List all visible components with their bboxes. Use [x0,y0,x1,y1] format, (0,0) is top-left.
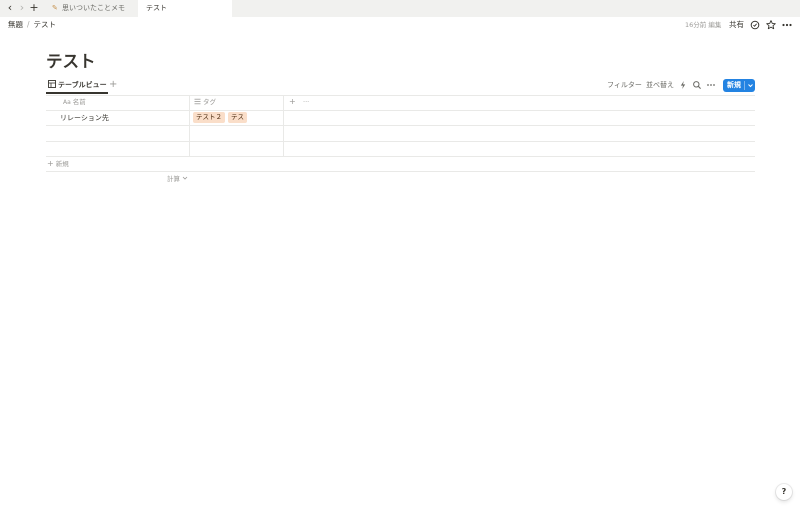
column-header-tags-label: タグ [203,98,216,106]
row-name-cell[interactable]: リレーション先 [60,113,109,123]
calculate-button[interactable]: 計算 [167,174,188,184]
page-title[interactable]: テスト [46,51,96,73]
breadcrumb-item-test[interactable]: テスト [34,20,57,29]
tab-memo-label: 思いついたことメモ [62,4,125,12]
chevron-down-icon[interactable] [746,80,755,91]
page-header: 無題 / テスト 16分前 編集 共有 [0,17,800,34]
forward-arrow-icon[interactable]: › [16,1,28,15]
new-record-button[interactable]: 新規 [723,79,755,92]
sort-button[interactable]: 並べ替え [646,80,674,90]
column-header-name-label: 名前 [72,98,86,106]
plus-icon: + [47,159,54,168]
automation-lightning-icon[interactable] [678,80,688,90]
row-border [46,156,755,157]
new-tab-plus-icon[interactable]: + [28,1,40,15]
tag-chip[interactable]: テス [228,112,247,123]
database-view-bar: テーブルビュー + フィルター 並べ替え 新規 [46,78,755,95]
favorite-star-icon[interactable] [765,19,777,31]
list-icon [194,98,201,105]
view-tab-table[interactable]: テーブルビュー [46,78,108,94]
tab-test-label: テスト [146,4,167,12]
row-border [46,141,755,142]
calculate-label: 計算 [167,175,180,183]
comments-icon[interactable] [749,19,761,31]
filter-button[interactable]: フィルター [607,80,642,90]
header-row-border [46,110,755,111]
breadcrumb-separator: / [27,20,30,29]
more-menu-icon[interactable] [781,19,793,31]
browser-tab-strip: ‹ › + ✎ 思いついたことメモ テスト [0,0,800,17]
share-button[interactable]: 共有 [729,20,744,30]
table-top-border [46,95,755,96]
add-row-button[interactable]: + 新規 [47,159,69,169]
row-border [46,125,755,126]
tab-test[interactable]: テスト [138,0,232,17]
add-view-button[interactable]: + [109,78,117,92]
property-more-icon[interactable]: ··· [303,97,309,107]
pencil-icon: ✎ [52,4,58,12]
tab-memo[interactable]: ✎ 思いついたことメモ [44,0,138,17]
breadcrumb-item-untitled[interactable]: 無題 [8,20,23,29]
new-record-label: 新規 [727,81,741,89]
new-button-divider [744,81,745,90]
add-row-label: 新規 [55,160,69,168]
column-divider [189,95,190,156]
column-divider [283,95,284,156]
back-arrow-icon[interactable]: ‹ [4,1,16,15]
search-icon[interactable] [692,80,702,90]
chevron-down-icon [182,176,188,180]
column-header-name[interactable]: Aa 名前 [63,97,86,108]
last-edited-text: 16分前 編集 [685,21,722,29]
breadcrumb: 無題 / テスト [8,20,56,30]
view-more-icon[interactable] [706,80,716,90]
view-tab-label: テーブルビュー [58,81,107,89]
column-header-tags[interactable]: タグ [194,97,216,107]
tag-chip[interactable]: テスト２ [193,112,225,123]
add-property-button[interactable]: + [289,97,296,107]
active-view-underline [46,92,108,94]
help-button[interactable]: ? [776,484,792,500]
table-bottom-border [46,171,755,172]
text-property-icon: Aa [63,99,71,106]
table-icon [48,80,56,88]
